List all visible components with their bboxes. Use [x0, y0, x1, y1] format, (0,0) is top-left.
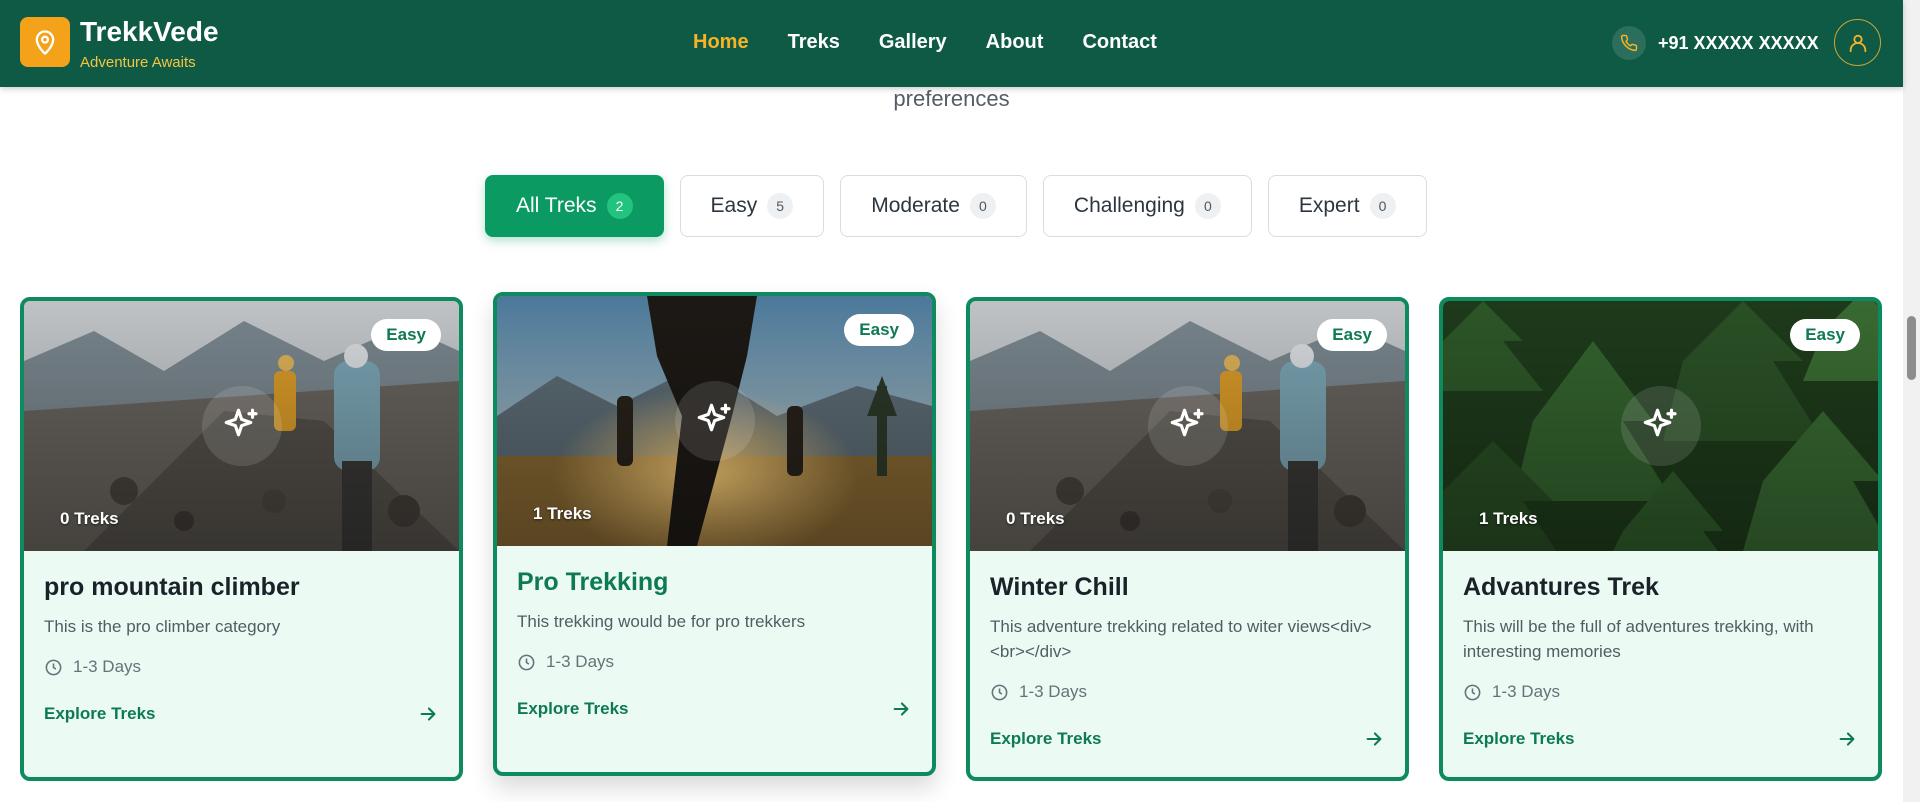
filter-label: Easy: [710, 194, 758, 217]
card-body: Winter Chill This adventure trekking rel…: [970, 551, 1405, 750]
brand-name[interactable]: TrekkVede: [80, 16, 219, 48]
category-card[interactable]: Easy 0 Treks Winter Chill This adventure…: [966, 297, 1409, 781]
arrow-right-icon[interactable]: [1836, 728, 1858, 750]
card-image: Easy 1 Treks: [497, 296, 932, 546]
explore-treks-link[interactable]: Explore Treks: [44, 704, 156, 724]
page-scrollbar[interactable]: [1903, 0, 1920, 802]
card-description: This trekking would be for pro trekkers: [517, 612, 806, 631]
filter-label: Moderate: [871, 194, 960, 217]
filter-label: Challenging: [1073, 194, 1185, 217]
duration-text: 1-3 Days: [1019, 682, 1088, 701]
clock-icon: [991, 684, 1008, 700]
card-duration: 1-3 Days: [1463, 682, 1858, 702]
card-duration: 1-3 Days: [990, 682, 1385, 702]
card-duration: 1-3 Days: [44, 657, 439, 677]
difficulty-badge: Easy: [1317, 319, 1387, 351]
user-account-button[interactable]: [1834, 19, 1881, 66]
sparkle-icon: [1620, 386, 1701, 466]
card-description: This is the pro climber category: [44, 617, 281, 636]
difficulty-badge: Easy: [371, 319, 441, 351]
clock-icon: [1464, 684, 1481, 700]
filter-label: All Treks: [516, 194, 597, 217]
card-title: Pro Trekking: [517, 568, 669, 596]
category-card[interactable]: Easy 1 Treks Advantures Trek This will b…: [1439, 297, 1882, 781]
trek-count: 0 Treks: [1006, 509, 1065, 528]
filter-moderate[interactable]: Moderate 0: [840, 175, 1027, 237]
category-card[interactable]: Easy 1 Treks Pro Trekking This trekking …: [493, 292, 936, 776]
card-body: Pro Trekking This trekking would be for …: [497, 546, 932, 720]
trek-count: 0 Treks: [60, 509, 119, 528]
nav-contact[interactable]: Contact: [1082, 31, 1156, 54]
explore-treks-link[interactable]: Explore Treks: [517, 699, 629, 719]
scrollbar-thumb[interactable]: [1907, 316, 1916, 380]
category-card[interactable]: Easy 0 Treks pro mountain climber This i…: [20, 297, 463, 781]
brand-tagline: Adventure Awaits: [80, 54, 196, 71]
arrow-right-icon[interactable]: [417, 703, 439, 725]
card-title: Winter Chill: [990, 573, 1129, 601]
card-duration: 1-3 Days: [517, 652, 912, 672]
filter-count: 2: [606, 193, 633, 219]
card-image: Easy 1 Treks: [1443, 301, 1878, 551]
phone-number[interactable]: +91 XXXXX XXXXX: [1658, 33, 1819, 54]
filter-label: Expert: [1298, 194, 1360, 217]
card-body: Advantures Trek This will be the full of…: [1443, 551, 1878, 750]
difficulty-badge: Easy: [844, 314, 914, 346]
card-description: This will be the full of adventures trek…: [1463, 617, 1814, 661]
card-footer: Explore Treks: [990, 728, 1385, 750]
filter-easy[interactable]: Easy 5: [679, 175, 825, 237]
filter-all-treks[interactable]: All Treks 2: [485, 175, 664, 237]
user-icon: [1849, 34, 1866, 52]
section-subtitle: preferences: [893, 86, 1010, 111]
sparkle-icon: [201, 386, 282, 466]
nav-treks[interactable]: Treks: [788, 31, 840, 54]
filter-count: 0: [1194, 193, 1221, 219]
filter-count: 5: [767, 193, 794, 219]
sparkle-icon: [674, 381, 755, 461]
duration-text: 1-3 Days: [1492, 682, 1561, 701]
filter-count: 0: [1369, 193, 1396, 219]
filter-expert[interactable]: Expert 0: [1267, 175, 1427, 237]
sparkle-icon: [1147, 386, 1228, 466]
trek-count: 1 Treks: [1479, 509, 1538, 528]
filter-challenging[interactable]: Challenging 0: [1042, 175, 1252, 237]
duration-text: 1-3 Days: [546, 652, 615, 671]
difficulty-badge: Easy: [1790, 319, 1860, 351]
nav-about[interactable]: About: [986, 31, 1044, 54]
card-title: Advantures Trek: [1463, 573, 1659, 601]
nav-home[interactable]: Home: [693, 31, 749, 54]
explore-treks-link[interactable]: Explore Treks: [1463, 729, 1575, 749]
explore-treks-link[interactable]: Explore Treks: [990, 729, 1102, 749]
card-title: pro mountain climber: [44, 573, 300, 601]
filter-count: 0: [969, 193, 996, 219]
site-header: TrekkVede Adventure Awaits Home Treks Ga…: [0, 0, 1903, 87]
card-footer: Explore Treks: [517, 698, 912, 720]
clock-icon: [518, 654, 535, 670]
card-footer: Explore Treks: [1463, 728, 1858, 750]
card-body: pro mountain climber This is the pro cli…: [24, 551, 459, 725]
card-image: Easy 0 Treks: [24, 301, 459, 551]
main-nav: Home Treks Gallery About Contact: [693, 31, 1157, 54]
card-image: Easy 0 Treks: [970, 301, 1405, 551]
clock-icon: [45, 659, 62, 675]
nav-gallery[interactable]: Gallery: [879, 31, 947, 54]
phone-icon[interactable]: [1612, 26, 1646, 60]
card-footer: Explore Treks: [44, 703, 439, 725]
map-pin-icon[interactable]: [20, 17, 70, 67]
difficulty-filters: All Treks 2 Easy 5 Moderate 0 Challengin…: [485, 175, 1427, 237]
duration-text: 1-3 Days: [73, 657, 142, 676]
arrow-right-icon[interactable]: [1363, 728, 1385, 750]
trek-count: 1 Treks: [533, 504, 592, 523]
card-description: This adventure trekking related to witer…: [990, 617, 1372, 661]
arrow-right-icon[interactable]: [890, 698, 912, 720]
